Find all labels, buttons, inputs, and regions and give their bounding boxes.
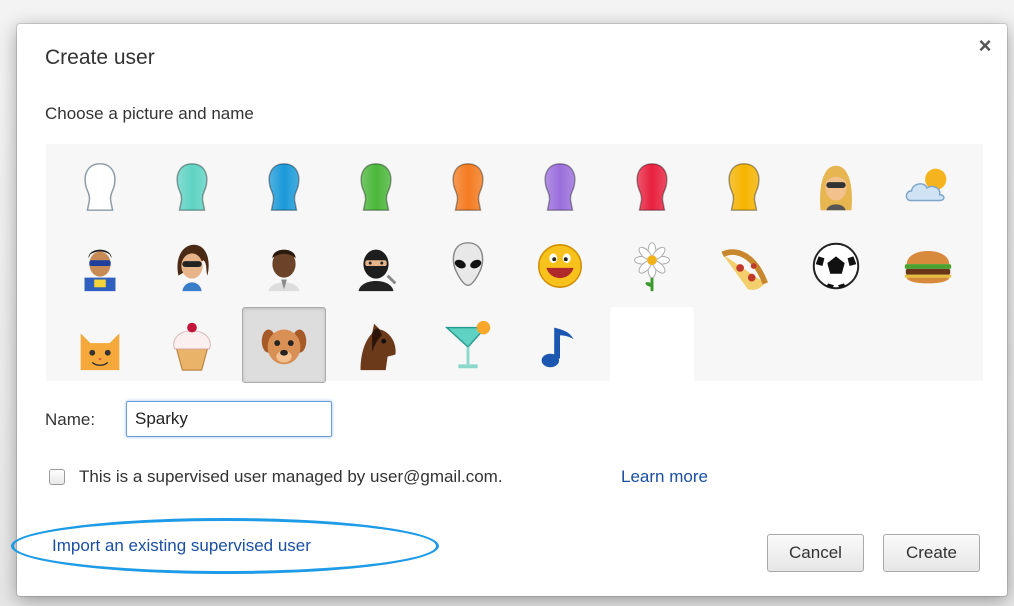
- cancel-button[interactable]: Cancel: [767, 534, 864, 572]
- woman-sunglasses-icon[interactable]: [150, 228, 234, 304]
- dialog-title: Create user: [45, 46, 155, 69]
- avatar-picker-grid: [46, 144, 983, 383]
- dog-icon[interactable]: [242, 307, 326, 383]
- create-button[interactable]: Create: [883, 534, 980, 572]
- sun-cloud-icon[interactable]: [886, 149, 970, 225]
- teal-silhouette-icon[interactable]: [150, 149, 234, 225]
- daisy-flower-icon[interactable]: [610, 228, 694, 304]
- soccer-ball-icon[interactable]: [794, 228, 878, 304]
- pizza-slice-icon[interactable]: [702, 228, 786, 304]
- smiley-face-icon[interactable]: [518, 228, 602, 304]
- businessman-icon[interactable]: [242, 228, 326, 304]
- learn-more-link[interactable]: Learn more: [621, 467, 708, 487]
- picture-name-subtitle: Choose a picture and name: [45, 104, 254, 123]
- hamburger-icon[interactable]: [886, 228, 970, 304]
- ninja-icon[interactable]: [334, 228, 418, 304]
- supervised-user-label: This is a supervised user managed by use…: [79, 467, 503, 486]
- cat-icon[interactable]: [58, 307, 142, 383]
- horse-icon[interactable]: [334, 307, 418, 383]
- purple-silhouette-icon[interactable]: [518, 149, 602, 225]
- green-silhouette-icon[interactable]: [334, 149, 418, 225]
- cupcake-icon[interactable]: [150, 307, 234, 383]
- close-icon[interactable]: ×: [975, 35, 995, 57]
- yellow-silhouette-icon[interactable]: [702, 149, 786, 225]
- white-silhouette-icon[interactable]: [58, 149, 142, 225]
- music-note-icon[interactable]: [518, 307, 602, 383]
- name-label: Name:: [45, 410, 96, 429]
- alien-icon[interactable]: [426, 228, 510, 304]
- cocktail-icon[interactable]: [426, 307, 510, 383]
- create-user-dialog: Create user × Choose a picture and name …: [11, 24, 1007, 596]
- blank-avatar: [610, 307, 694, 383]
- superhero-icon[interactable]: [58, 228, 142, 304]
- supervised-user-checkbox[interactable]: [49, 469, 65, 485]
- import-supervised-user-link[interactable]: Import an existing supervised user: [52, 536, 311, 556]
- name-input[interactable]: [126, 401, 332, 437]
- blue-silhouette-icon[interactable]: [242, 149, 326, 225]
- red-silhouette-icon[interactable]: [610, 149, 694, 225]
- orange-silhouette-icon[interactable]: [426, 149, 510, 225]
- blonde-woman-sunglasses-icon[interactable]: [794, 149, 878, 225]
